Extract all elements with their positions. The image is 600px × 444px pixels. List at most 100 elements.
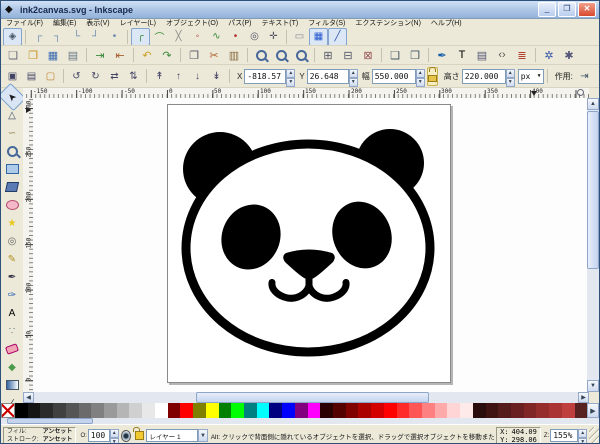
opacity-input[interactable]: 100 (88, 429, 110, 442)
affect-stroke-width[interactable]: ⇥ (575, 67, 594, 85)
select-all[interactable]: ▣ (3, 67, 22, 85)
palette-swatch[interactable] (295, 403, 308, 418)
palette-swatch[interactable] (536, 403, 549, 418)
menu-layer[interactable]: レイヤー(L) (115, 18, 161, 28)
snap-bbox[interactable]: ┌ (29, 28, 48, 46)
palette-swatch[interactable] (320, 403, 333, 418)
snap-bbox-centers[interactable]: • (105, 28, 124, 46)
raise[interactable]: ↑ (169, 67, 188, 85)
palette-swatch[interactable] (104, 403, 117, 418)
zoom-to-drawing[interactable] (271, 46, 291, 64)
palette-swatch[interactable] (371, 403, 384, 418)
flip-vertical[interactable]: ⇅ (124, 67, 143, 85)
palette-swatch[interactable] (409, 403, 422, 418)
zoom-input[interactable]: 155% (550, 429, 578, 442)
group[interactable]: ❑ (385, 46, 405, 64)
palette-swatch[interactable] (53, 403, 66, 418)
palette-swatch[interactable] (460, 403, 473, 418)
cut[interactable]: ✂ (204, 46, 224, 64)
gradient-tool[interactable] (1, 376, 23, 394)
palette-swatch[interactable] (129, 403, 142, 418)
star-tool[interactable]: ★ (1, 214, 23, 232)
palette-swatch[interactable] (66, 403, 79, 418)
affect-corners[interactable]: ◰ (594, 67, 599, 85)
xml-editor[interactable]: ‹› (492, 46, 512, 64)
palette-swatch[interactable] (269, 403, 282, 418)
palette-swatch[interactable] (117, 403, 130, 418)
palette-swatch[interactable] (206, 403, 219, 418)
snap-rotation-centers[interactable]: ✛ (264, 28, 283, 46)
zoom-to-selection[interactable] (251, 46, 271, 64)
palette-swatch[interactable] (244, 403, 257, 418)
snap-enable[interactable]: ◈ (3, 28, 22, 46)
deselect[interactable]: ▢ (41, 67, 60, 85)
menu-object[interactable]: オブジェクト(O) (161, 18, 223, 28)
maximize-button[interactable]: ❐ (558, 2, 576, 17)
print-document[interactable]: ▤ (63, 46, 83, 64)
horizontal-scrollbar[interactable]: ◀ ▶ (23, 392, 589, 403)
title-bar[interactable]: ◆ ink2canvas.svg - Inkscape _ ❐ ✕ (1, 1, 599, 19)
unlink-clone[interactable]: ⊠ (358, 46, 378, 64)
vertical-scrollbar[interactable]: ▲ ▼ (587, 98, 599, 392)
minimize-button[interactable]: _ (538, 2, 556, 17)
box3d-tool[interactable] (1, 178, 23, 196)
copy[interactable]: ❐ (184, 46, 204, 64)
zoom-tool[interactable] (1, 142, 23, 160)
menu-extensions[interactable]: エクステンション(N) (350, 18, 426, 28)
spiral-tool[interactable]: ◎ (1, 232, 23, 250)
menu-file[interactable]: ファイル(F) (1, 18, 48, 28)
close-button[interactable]: ✕ (578, 2, 596, 17)
flip-horizontal[interactable]: ⇄ (105, 67, 124, 85)
y-spinner[interactable]: ▲▼ (349, 69, 358, 84)
palette-swatch[interactable] (28, 403, 41, 418)
snap-cusp-nodes[interactable]: ◦ (188, 28, 207, 46)
palette-swatch[interactable] (231, 403, 244, 418)
layer-select[interactable]: レイヤー 1 (146, 429, 198, 442)
snap-bbox-edge-midpoints[interactable]: ┘ (86, 28, 105, 46)
open-document[interactable]: ❐ (23, 46, 43, 64)
rotate-90-cw[interactable]: ↻ (86, 67, 105, 85)
align-dialog[interactable]: ≣ (512, 46, 532, 64)
scroll-right-button[interactable]: ▶ (578, 392, 589, 403)
palette-swatch[interactable] (511, 403, 524, 418)
window-resize-grip[interactable] (589, 427, 599, 444)
palette-swatch[interactable] (562, 403, 575, 418)
palette-swatch[interactable] (15, 403, 28, 418)
y-input[interactable]: 26.648 (307, 69, 349, 84)
snap-midpoints[interactable]: • (226, 28, 245, 46)
unit-select[interactable]: px▼ (518, 69, 544, 84)
layer-visibility-icon[interactable] (121, 430, 131, 442)
vertical-scrollbar-thumb[interactable] (587, 111, 599, 269)
palette-swatch[interactable] (498, 403, 511, 418)
pencil-tool[interactable]: ✎ (1, 250, 23, 268)
calligraphy-tool[interactable]: ✑ (1, 286, 23, 304)
palette-swatch[interactable] (168, 403, 181, 418)
scroll-down-button[interactable]: ▼ (587, 380, 599, 392)
palette-swatch[interactable] (524, 403, 537, 418)
height-spinner[interactable]: ▲▼ (506, 69, 515, 84)
palette-swatch[interactable] (384, 403, 397, 418)
layer-lock-icon[interactable] (135, 431, 144, 440)
palette-swatch[interactable] (435, 403, 448, 418)
x-spinner[interactable]: ▲▼ (286, 69, 295, 84)
snap-nodes[interactable]: ╭ (131, 28, 150, 46)
palette-swatch[interactable] (257, 403, 270, 418)
scroll-up-button[interactable]: ▲ (587, 98, 599, 110)
snap-smooth-nodes[interactable]: ∿ (207, 28, 226, 46)
text-tool[interactable]: A (1, 304, 23, 322)
palette-swatch[interactable] (308, 403, 321, 418)
snap-bbox-corners[interactable]: └ (67, 28, 86, 46)
paint-bucket-tool[interactable]: ◆ (1, 358, 23, 376)
palette-swatch[interactable] (219, 403, 232, 418)
width-spinner[interactable]: ▲▼ (416, 69, 425, 84)
palette-swatch[interactable] (549, 403, 562, 418)
select-all-in-all-layers[interactable]: ▤ (22, 67, 41, 85)
palette-swatch[interactable] (193, 403, 206, 418)
new-document[interactable]: ❏ (3, 46, 23, 64)
palette-swatch[interactable] (422, 403, 435, 418)
document-properties[interactable]: ✱ (559, 46, 579, 64)
palette-swatch[interactable] (333, 403, 346, 418)
layers-dialog[interactable]: ▤ (472, 46, 492, 64)
palette-swatch[interactable] (397, 403, 410, 418)
palette-swatch[interactable] (486, 403, 499, 418)
